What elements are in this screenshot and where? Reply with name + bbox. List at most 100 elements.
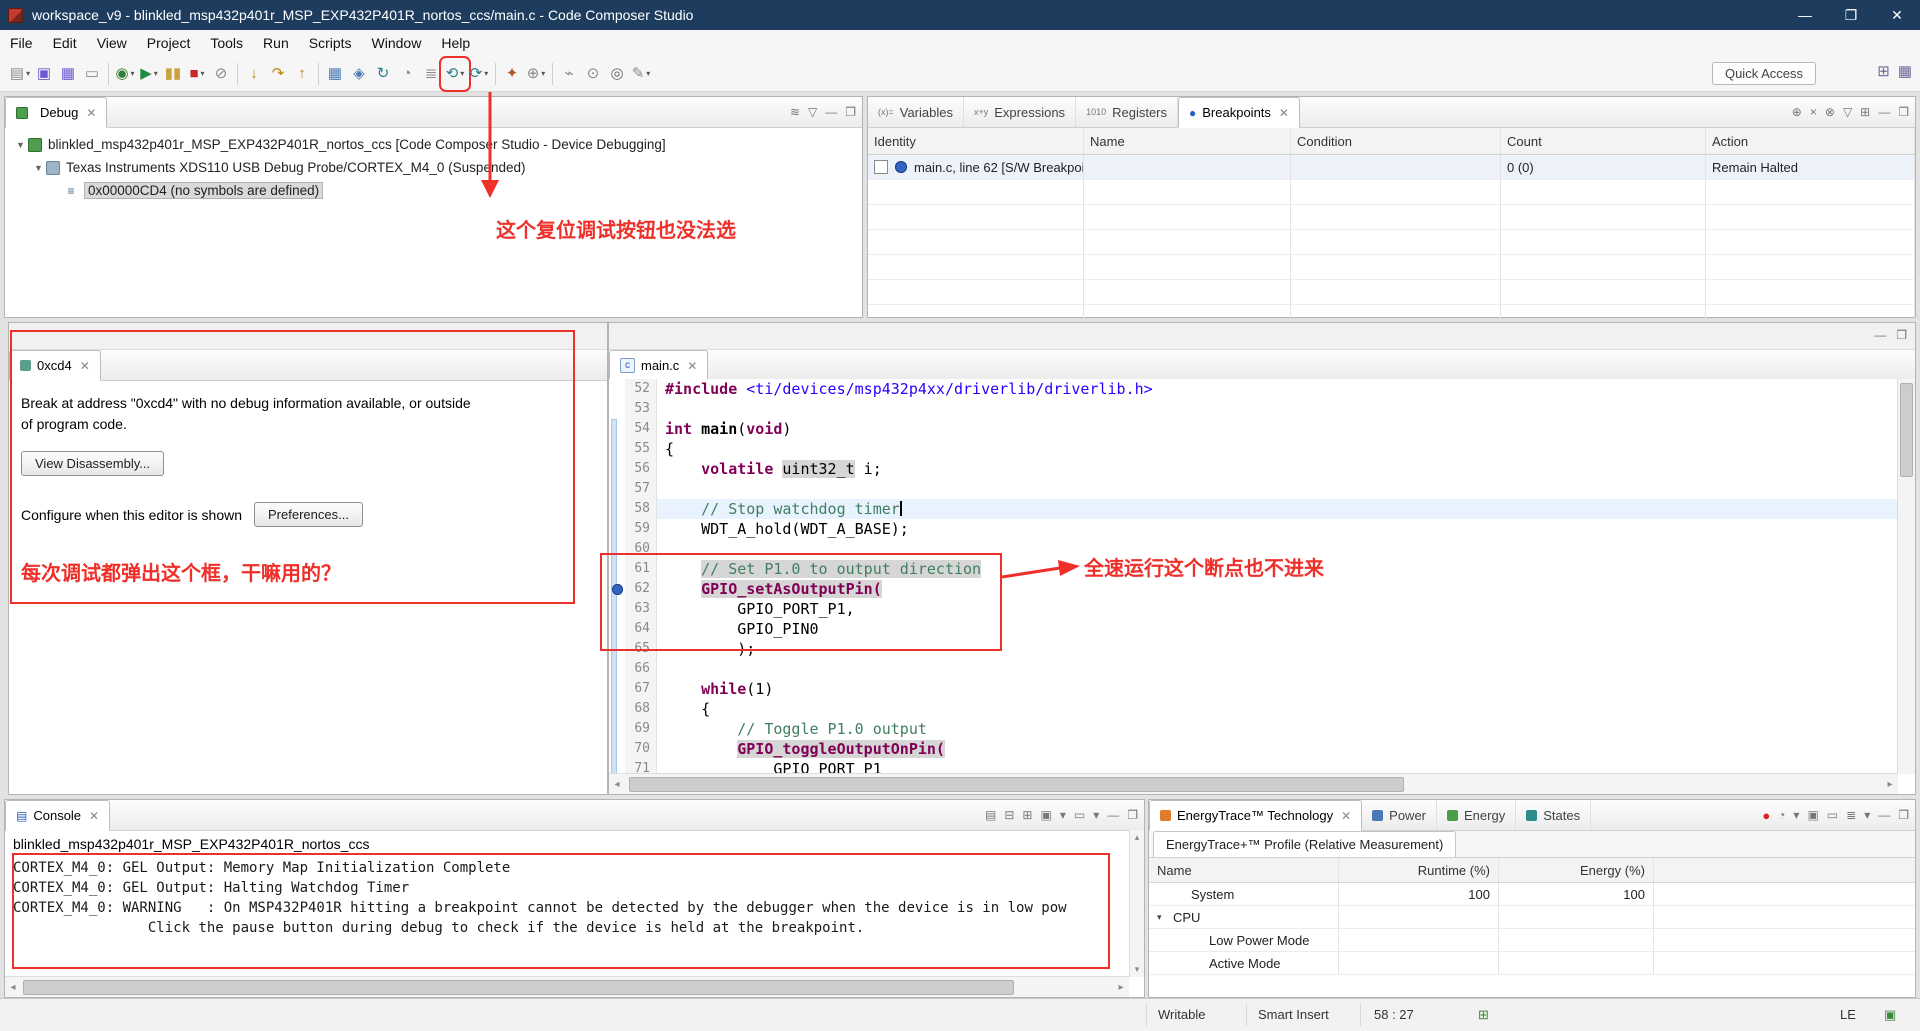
code-line[interactable]: 63 GPIO_PORT_P1, <box>609 599 1898 619</box>
save-profile-icon[interactable]: ▣ <box>1807 808 1818 822</box>
scroll-right-icon[interactable]: ▸ <box>1882 774 1898 794</box>
tree-expander-icon[interactable]: ▼ <box>31 163 46 173</box>
column-header-name[interactable]: Name <box>1084 128 1291 154</box>
suspend-icon[interactable]: ▮▮ <box>161 60 185 88</box>
flash-icon[interactable]: ✦ <box>500 60 524 88</box>
code-line[interactable]: 57 <box>609 479 1898 499</box>
code-line[interactable]: 55 { <box>609 439 1898 459</box>
maximize-icon[interactable]: ❐ <box>1127 808 1138 822</box>
debug-tree-row[interactable]: ▼ Texas Instruments XDS110 USB Debug Prob… <box>5 156 862 179</box>
console-horizontal-scrollbar[interactable]: ◂ ▸ <box>5 976 1129 997</box>
menu-file[interactable]: File <box>0 30 43 56</box>
tab-main-c[interactable]: c main.c ✕ <box>609 350 709 381</box>
chevron-down-icon[interactable]: ▾ <box>1157 912 1173 923</box>
add-icon[interactable]: ⊕ <box>1792 105 1802 119</box>
display-selected-icon[interactable]: ▾ <box>1060 808 1066 822</box>
close-window-button[interactable]: ✕ <box>1874 0 1920 30</box>
minimize-icon[interactable]: — <box>825 105 837 119</box>
tab-console[interactable]: ▤ Console ✕ <box>5 800 111 831</box>
close-tab-icon[interactable]: ✕ <box>1341 809 1351 823</box>
et-row[interactable]: Active Mode <box>1149 952 1915 975</box>
close-tab-icon[interactable]: ✕ <box>687 359 697 373</box>
profile-icon[interactable]: ◔ <box>395 60 419 88</box>
debug-tree-row[interactable]: ≡ 0x00000CD4 (no symbols are defined) <box>5 179 862 202</box>
remove-icon[interactable]: × <box>1810 105 1817 119</box>
code-line[interactable]: 54 int main(void) <box>609 419 1898 439</box>
word-wrap-icon[interactable]: ⊞ <box>1022 808 1032 822</box>
save-all-icon[interactable]: ▦ <box>56 60 80 88</box>
clear-icon[interactable]: ▤ <box>985 808 996 822</box>
close-tab-icon[interactable]: ✕ <box>80 359 90 373</box>
editor-lines[interactable]: 52 #include <ti/devices/msp432p4xx/driver… <box>609 379 1898 774</box>
code-line[interactable]: 59 WDT_A_hold(WDT_A_BASE); <box>609 519 1898 539</box>
editor-vertical-scrollbar[interactable] <box>1897 379 1915 774</box>
tab-variables[interactable]: (x)= Variables <box>868 97 964 127</box>
search-icon[interactable]: ◎ <box>605 60 629 88</box>
annotation-icon[interactable]: ✎ ▾ <box>629 60 653 88</box>
filter-icon[interactable]: ≋ <box>790 105 800 119</box>
breakpoint-marker-icon[interactable] <box>612 584 623 595</box>
memory-view-icon[interactable]: ▦ <box>323 60 347 88</box>
et-column-2[interactable]: Runtime (%) <box>1339 858 1499 882</box>
view-menu-icon[interactable]: ▽ <box>1843 105 1852 119</box>
new-file-icon[interactable]: ▤ ▾ <box>8 60 32 88</box>
tab-states[interactable]: States <box>1516 800 1592 830</box>
scrollbar-thumb[interactable] <box>629 777 1405 792</box>
counters-icon[interactable]: ≣ <box>419 60 443 88</box>
tab-power[interactable]: Power <box>1362 800 1438 830</box>
minimize-icon[interactable]: — <box>1878 105 1890 119</box>
quick-access-button[interactable]: Quick Access <box>1711 62 1816 85</box>
new-target-config-icon[interactable]: ⊕ ▾ <box>524 60 548 88</box>
refresh-icon[interactable]: ↻ <box>371 60 395 88</box>
link-icon[interactable]: ⊞ <box>1860 105 1870 119</box>
scrollbar-thumb[interactable] <box>1900 383 1913 477</box>
code-line[interactable]: 67 while(1) <box>609 679 1898 699</box>
console-menu-icon[interactable]: ▾ <box>1093 808 1099 822</box>
close-tab-icon[interactable]: ✕ <box>1279 106 1289 120</box>
tree-expander-icon[interactable]: ▼ <box>13 140 28 150</box>
ccs-perspective-icon[interactable]: ▦ <box>1898 62 1912 80</box>
breakpoint-row[interactable]: main.c, line 62 [S/W Breakpoint 0 (0) Rema… <box>868 155 1915 180</box>
preferences-button[interactable]: Preferences... <box>254 502 363 527</box>
code-line[interactable]: 62 GPIO_setAsOutputPin( <box>609 579 1898 599</box>
print-icon[interactable]: ▭ <box>80 60 104 88</box>
reset-cpu-icon[interactable]: ⟲ ▾ <box>439 55 471 92</box>
et-row[interactable]: ▾ CPU <box>1149 906 1915 929</box>
minimize-window-button[interactable]: — <box>1782 0 1828 30</box>
column-header-count[interactable]: Count <box>1501 128 1706 154</box>
scroll-lock-icon[interactable]: ⊟ <box>1004 808 1014 822</box>
record-icon[interactable]: ● <box>1762 808 1770 823</box>
save-icon[interactable]: ▣ <box>32 60 56 88</box>
minimize-icon[interactable]: — <box>1878 808 1890 822</box>
step-return-icon[interactable]: ↑ <box>290 60 314 88</box>
duration-icon[interactable]: ◔ <box>1778 808 1785 822</box>
code-line[interactable]: 66 <box>609 659 1898 679</box>
code-line[interactable]: 56 volatile uint32_t i; <box>609 459 1898 479</box>
minimize-icon[interactable]: — <box>1107 808 1119 822</box>
code-line[interactable]: 52 #include <ti/devices/msp432p4xx/driver… <box>609 379 1898 399</box>
column-header-action[interactable]: Action <box>1706 128 1915 154</box>
menu-help[interactable]: Help <box>431 30 480 56</box>
scroll-right-icon[interactable]: ▸ <box>1113 977 1129 997</box>
disconnect-icon[interactable]: ⊘ <box>209 60 233 88</box>
registers-view-icon[interactable]: ◈ <box>347 60 371 88</box>
edit-position-icon[interactable]: ⊞ <box>1478 1007 1489 1023</box>
menu-project[interactable]: Project <box>137 30 201 56</box>
open-perspective-icon[interactable]: ⊞ <box>1877 62 1890 80</box>
column-header-identity[interactable]: Identity <box>868 128 1084 154</box>
step-over-icon[interactable]: ↷ <box>266 60 290 88</box>
menu-edit[interactable]: Edit <box>43 30 87 56</box>
code-line[interactable]: 53 <box>609 399 1898 419</box>
et-row[interactable]: System 100 100 <box>1149 883 1915 906</box>
et-row[interactable]: Low Power Mode <box>1149 929 1915 952</box>
open-profile-icon[interactable]: ▭ <box>1827 808 1838 822</box>
code-line[interactable]: 71 GPIO_PORT_P1 <box>609 759 1898 774</box>
view-menu-icon[interactable]: ▾ <box>1864 808 1870 822</box>
preferences-icon[interactable]: ≣ <box>1846 808 1856 822</box>
et-column-1[interactable]: Name <box>1149 858 1339 882</box>
scroll-left-icon[interactable]: ◂ <box>5 977 21 997</box>
maximize-icon[interactable]: ❐ <box>845 105 856 119</box>
column-header-condition[interactable]: Condition <box>1291 128 1501 154</box>
code-line[interactable]: 61 // Set P1.0 to output direction <box>609 559 1898 579</box>
menu-run[interactable]: Run <box>253 30 299 56</box>
